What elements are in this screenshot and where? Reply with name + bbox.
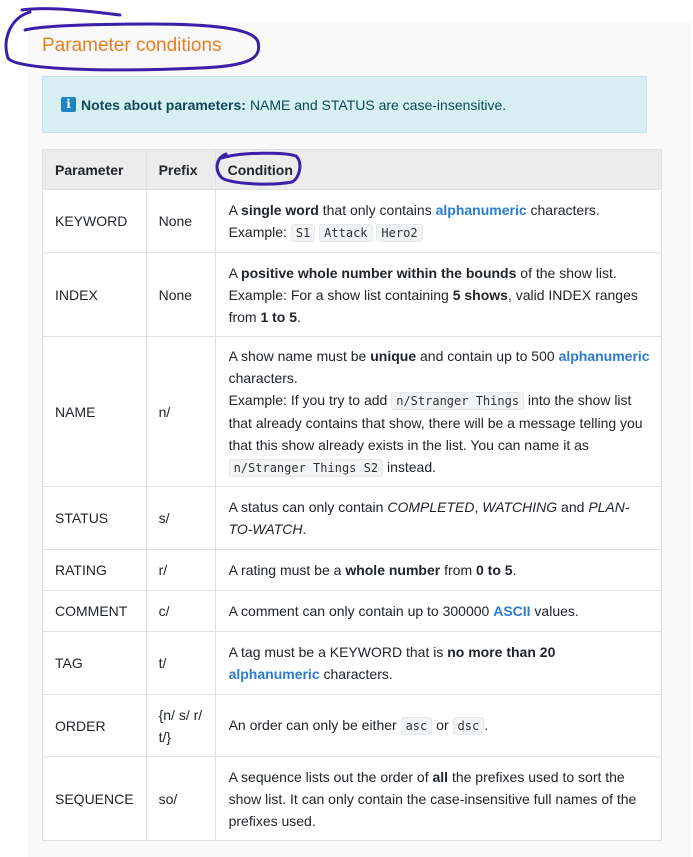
param-cell: SEQUENCE [42,756,147,841]
text: and contain up to 500 [416,347,559,364]
text: Example: [228,223,291,240]
bold-text: positive whole number within the bounds [241,264,517,281]
param-cell: RATING [42,549,147,591]
header-prefix: Prefix [145,149,216,190]
text: from [440,562,476,578]
prefix-cell: None [145,189,216,253]
prefix-cell: n/ [145,336,216,487]
notes-callout: i Notes about parameters: NAME and STATU… [42,76,647,133]
header-condition: Condition [214,149,663,190]
code-example: n/Stranger Things S2 [228,458,384,477]
condition-cell: An order can only be either asc or dsc. [214,694,663,757]
text: characters. [319,666,393,682]
alphanumeric-link[interactable]: alphanumeric [559,348,650,364]
text: or [432,717,453,733]
condition-cell: A status can only contain COMPLETED, WAT… [214,486,663,550]
text: A sequence lists out the order of [228,768,433,785]
table-row: TAG t/ A tag must be a KEYWORD that is n… [42,631,663,695]
code-example: dsc [452,717,485,735]
bold-text: 1 to 5 [260,308,298,325]
prefix-cell: None [145,252,216,337]
text: Example: For a show list containing [228,286,453,303]
condition-cell: A positive whole number within the bound… [214,252,663,337]
italic-text: COMPLETED [387,499,475,515]
bold-text: 0 to 5 [476,562,513,578]
bold-text: unique [370,347,417,364]
prefix-cell: s/ [145,486,216,550]
param-cell: STATUS [42,486,147,550]
header-parameter: Parameter [42,149,147,190]
text: A show name must be [228,347,371,364]
param-cell: COMMENT [42,590,147,632]
code-example: asc [400,717,433,735]
parameter-table: Parameter Prefix Condition KEYWORD None … [42,149,663,841]
text: characters. [526,201,600,218]
table-header-row: Parameter Prefix Condition [42,149,663,190]
prefix-cell: {n/ s/ r/ t/} [145,694,216,757]
italic-text: WATCHING [482,499,558,515]
alphanumeric-link[interactable]: alphanumeric [229,666,320,682]
condition-cell: A comment can only contain up to 300000 … [214,590,663,632]
ascii-link[interactable]: ASCII [493,603,530,619]
annotation-stroke [20,7,122,17]
note-label: Notes about parameters: [81,96,246,113]
text: Example: If you try to add [228,391,392,408]
bold-text: 5 shows [452,286,508,303]
condition-cell: A tag must be a KEYWORD that is no more … [214,631,663,695]
code-example: Attack [319,223,373,242]
prefix-cell: c/ [145,590,216,632]
info-icon: i [61,97,76,112]
table-row: INDEX None A positive whole number withi… [42,252,663,337]
text: A tag must be a KEYWORD that is [228,644,448,660]
code-example: S1 [290,223,316,242]
text: . [302,521,307,537]
text: A [228,264,242,281]
param-cell: TAG [42,631,147,695]
content-area: Parameter conditions i Notes about param… [28,22,691,857]
table-row: KEYWORD None A single word that only con… [42,189,663,253]
condition-cell: A rating must be a whole number from 0 t… [214,549,663,591]
text: . [512,562,517,578]
text: of the show list. [516,264,617,281]
param-cell: INDEX [42,252,147,337]
prefix-cell: t/ [145,631,216,695]
table-row: SEQUENCE so/ A sequence lists out the or… [42,756,663,841]
bold-text: whole number [345,562,441,578]
param-cell: KEYWORD [42,189,147,253]
text: A comment can only contain up to 300000 [228,603,494,619]
code-example: n/Stranger Things [391,391,525,410]
text: . [297,308,301,325]
text: A status can only contain [228,499,388,515]
text: An order can only be either [228,717,401,733]
code-example: Hero2 [376,223,423,242]
prefix-cell: so/ [145,756,216,841]
note-text: NAME and STATUS are case-insensitive. [249,96,507,113]
text: characters. [228,369,298,386]
text: values. [530,603,579,619]
text: and [557,499,589,515]
text: A [228,201,242,218]
condition-cell: A sequence lists out the order of all th… [214,756,663,841]
table-row: STATUS s/ A status can only contain COMP… [42,486,663,550]
text: instead. [383,458,437,475]
table-row: RATING r/ A rating must be a whole numbe… [42,549,663,591]
bold-text: no more than 20 [447,644,556,660]
alphanumeric-link[interactable]: alphanumeric [436,202,527,218]
text: A rating must be a [228,562,346,578]
table-row: NAME n/ A show name must be unique and c… [42,336,663,487]
table-row: COMMENT c/ A comment can only contain up… [42,590,663,632]
param-cell: ORDER [42,694,147,757]
bold-text: single word [241,201,319,218]
prefix-cell: r/ [145,549,216,591]
condition-cell: A single word that only contains alphanu… [214,189,663,253]
bold-text: all [432,768,449,785]
table-row: ORDER {n/ s/ r/ t/} An order can only be… [42,694,663,757]
section-title: Parameter conditions [42,35,222,56]
text: that only contains [318,201,436,218]
param-cell: NAME [42,336,147,487]
text: . [484,717,489,733]
condition-cell: A show name must be unique and contain u… [214,336,663,487]
